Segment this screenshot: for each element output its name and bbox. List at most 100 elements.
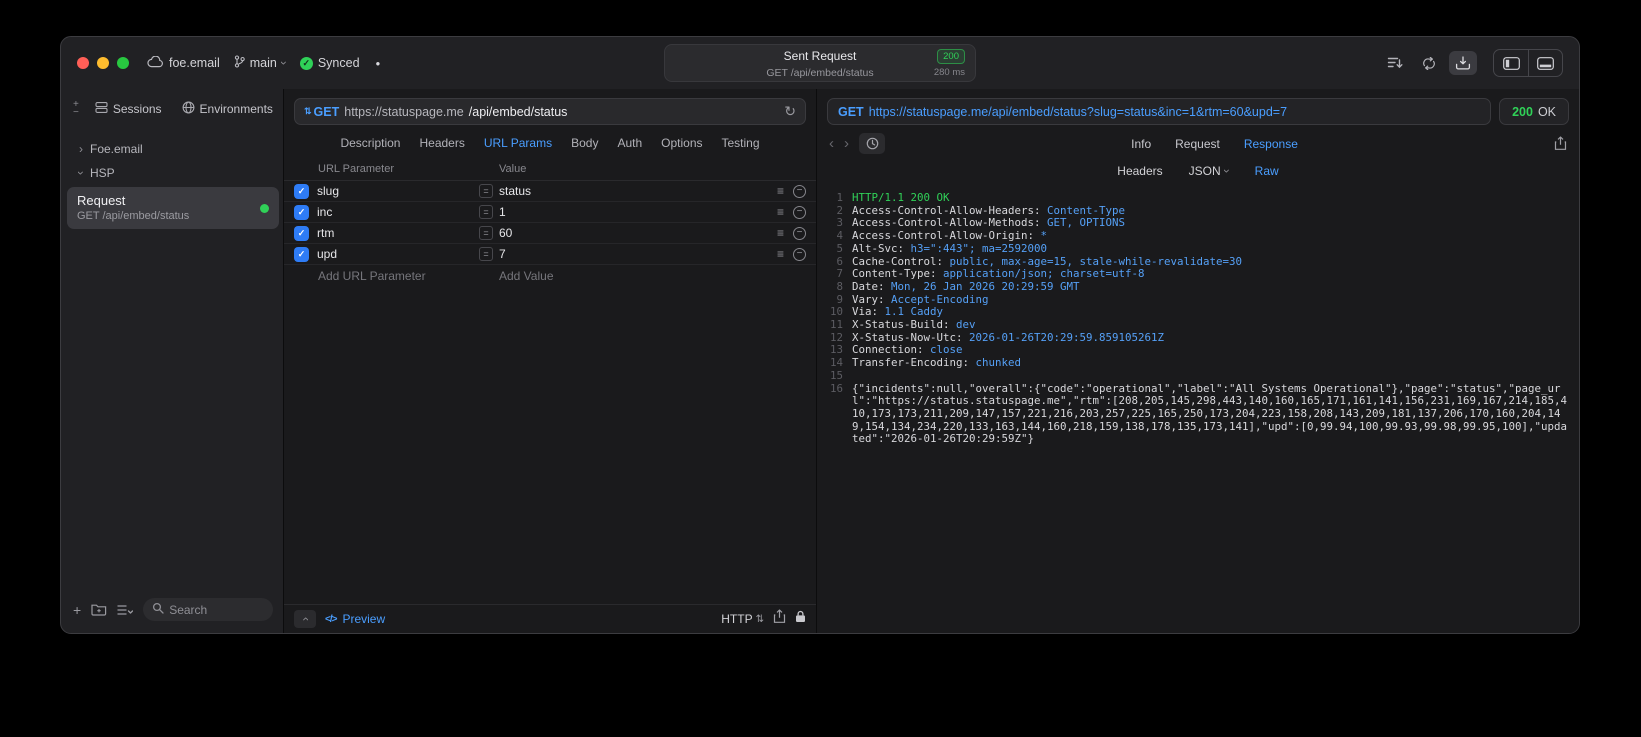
sync-status[interactable]: ✓ Synced — [299, 56, 360, 70]
param-name[interactable]: slug — [317, 184, 479, 198]
share-request-icon[interactable] — [773, 609, 786, 629]
share-response-icon[interactable] — [1554, 136, 1567, 151]
tab-sessions[interactable]: Sessions — [95, 101, 162, 117]
traffic-lights — [77, 57, 129, 69]
check-icon: ✓ — [297, 206, 306, 217]
add-value-placeholder[interactable]: Add Value — [499, 269, 554, 283]
remove-param-button[interactable]: − — [793, 247, 806, 261]
request-list-item[interactable]: Request GET /api/embed/status — [67, 187, 279, 229]
request-item-title: Request — [77, 193, 126, 208]
response-request-url[interactable]: GET https://statuspage.me/api/embed/stat… — [827, 98, 1492, 125]
close-window-button[interactable] — [77, 57, 89, 69]
cloud-icon — [147, 55, 164, 71]
tab-environments[interactable]: Environments — [182, 101, 273, 117]
subtab-json[interactable]: JSON › — [1189, 164, 1234, 178]
subtab-raw[interactable]: Raw — [1255, 164, 1279, 178]
tab-auth[interactable]: Auth — [617, 136, 642, 150]
add-folder-button[interactable] — [91, 603, 107, 616]
request-editor-pane: ⇅ GET https://statuspage.me/api/embed/st… — [283, 89, 817, 633]
param-checkbox[interactable]: ✓ — [294, 246, 309, 262]
param-row-inc[interactable]: ✓ inc = 1 ≡ − — [284, 202, 816, 223]
param-value[interactable]: 60 — [499, 226, 777, 240]
subtab-headers[interactable]: Headers — [1117, 164, 1162, 178]
param-table-header: URL Parameter Value — [284, 159, 816, 181]
param-name[interactable]: rtm — [317, 226, 479, 240]
remove-param-button[interactable]: − — [793, 184, 806, 198]
search-icon — [152, 601, 164, 619]
response-pane: GET https://statuspage.me/api/embed/stat… — [817, 89, 1579, 633]
sync-loop-icon[interactable] — [1415, 51, 1443, 75]
param-name[interactable]: upd — [317, 247, 479, 261]
response-subtabs: Headers JSON › Raw — [817, 158, 1579, 186]
request-duration: 280 ms — [933, 67, 965, 78]
url-host[interactable]: https://statuspage.me — [344, 105, 464, 119]
history-forward-button[interactable]: › — [844, 135, 849, 152]
row-menu-icon[interactable]: ≡ — [777, 226, 784, 240]
add-param-row[interactable]: Add URL Parameter Add Value — [284, 265, 816, 287]
param-value[interactable]: 1 — [499, 205, 777, 219]
minimize-window-button[interactable] — [97, 57, 109, 69]
tab-strip-handle[interactable]: − — [73, 108, 79, 118]
group-hsp[interactable]: › HSP — [61, 161, 283, 185]
remove-param-button[interactable]: − — [793, 226, 806, 240]
sync-label: Synced — [317, 56, 360, 70]
column-value: Value — [499, 163, 527, 175]
export-lines-icon[interactable] — [1381, 51, 1409, 75]
protocol-selector[interactable]: HTTP ⇅ — [721, 612, 764, 626]
resend-request-icon[interactable]: ↻ — [784, 103, 796, 120]
url-path[interactable]: /api/embed/status — [469, 105, 568, 119]
history-clock-button[interactable] — [859, 133, 885, 154]
chevron-down-icon: › — [1219, 169, 1234, 173]
search-input[interactable] — [169, 602, 260, 617]
branch-icon — [234, 55, 245, 71]
sidebar-tab-bar: + − Sessions Environments — [61, 89, 283, 121]
param-row-upd[interactable]: ✓ upd = 7 ≡ − — [284, 244, 816, 265]
tab-body[interactable]: Body — [571, 136, 598, 150]
sort-options-button[interactable] — [117, 604, 134, 616]
history-back-button[interactable]: ‹ — [829, 135, 834, 152]
add-request-button[interactable]: + — [73, 602, 81, 618]
request-url-field[interactable]: ⇅ GET https://statuspage.me/api/embed/st… — [294, 98, 806, 125]
remove-param-button[interactable]: − — [793, 205, 806, 219]
group-foe-email[interactable]: › Foe.email — [61, 137, 283, 161]
branch-name: main — [249, 56, 277, 70]
tab-description[interactable]: Description — [340, 136, 400, 150]
status-code-badge: 200 — [937, 49, 965, 64]
tab-info[interactable]: Info — [1131, 137, 1151, 151]
toggle-bottom-panel-button[interactable] — [1528, 50, 1562, 76]
branch-selector[interactable]: main › — [234, 55, 291, 71]
sidebar-footer: + — [61, 590, 283, 633]
row-menu-icon[interactable]: ≡ — [777, 247, 784, 261]
param-value[interactable]: status — [499, 184, 777, 198]
sessions-stack-icon — [95, 101, 108, 117]
tab-testing[interactable]: Testing — [722, 136, 760, 150]
method-selector[interactable]: ⇅ GET — [304, 105, 339, 119]
value-type-icon: = — [479, 205, 493, 219]
sent-request-summary[interactable]: Sent Request 200 GET /api/embed/status 2… — [664, 44, 976, 82]
project-selector[interactable]: foe.email — [147, 55, 220, 71]
import-tray-icon[interactable] — [1449, 51, 1477, 75]
search-field[interactable] — [143, 598, 273, 621]
row-menu-icon[interactable]: ≡ — [777, 205, 784, 219]
param-value[interactable]: 7 — [499, 247, 777, 261]
zoom-window-button[interactable] — [117, 57, 129, 69]
param-checkbox[interactable]: ✓ — [294, 204, 309, 220]
row-menu-icon[interactable]: ≡ — [777, 184, 784, 198]
param-checkbox[interactable]: ✓ — [294, 225, 309, 241]
unsaved-indicator-dot: ● — [375, 58, 381, 68]
tab-response[interactable]: Response — [1244, 137, 1298, 151]
preview-button[interactable]: </> Preview — [325, 612, 385, 626]
tab-options[interactable]: Options — [661, 136, 702, 150]
column-url-parameter: URL Parameter — [318, 163, 395, 175]
tab-request[interactable]: Request — [1175, 137, 1220, 151]
expand-panel-button[interactable]: › — [294, 610, 316, 628]
param-checkbox[interactable]: ✓ — [294, 183, 309, 199]
param-row-slug[interactable]: ✓ slug = status ≡ − — [284, 181, 816, 202]
param-name[interactable]: inc — [317, 205, 479, 219]
param-row-rtm[interactable]: ✓ rtm = 60 ≡ − — [284, 223, 816, 244]
chevron-right-icon: › — [79, 142, 83, 156]
add-url-parameter-placeholder[interactable]: Add URL Parameter — [318, 269, 426, 283]
toggle-left-sidebar-button[interactable] — [1494, 50, 1528, 76]
tab-url-params[interactable]: URL Params — [484, 136, 552, 150]
tab-headers[interactable]: Headers — [419, 136, 464, 150]
